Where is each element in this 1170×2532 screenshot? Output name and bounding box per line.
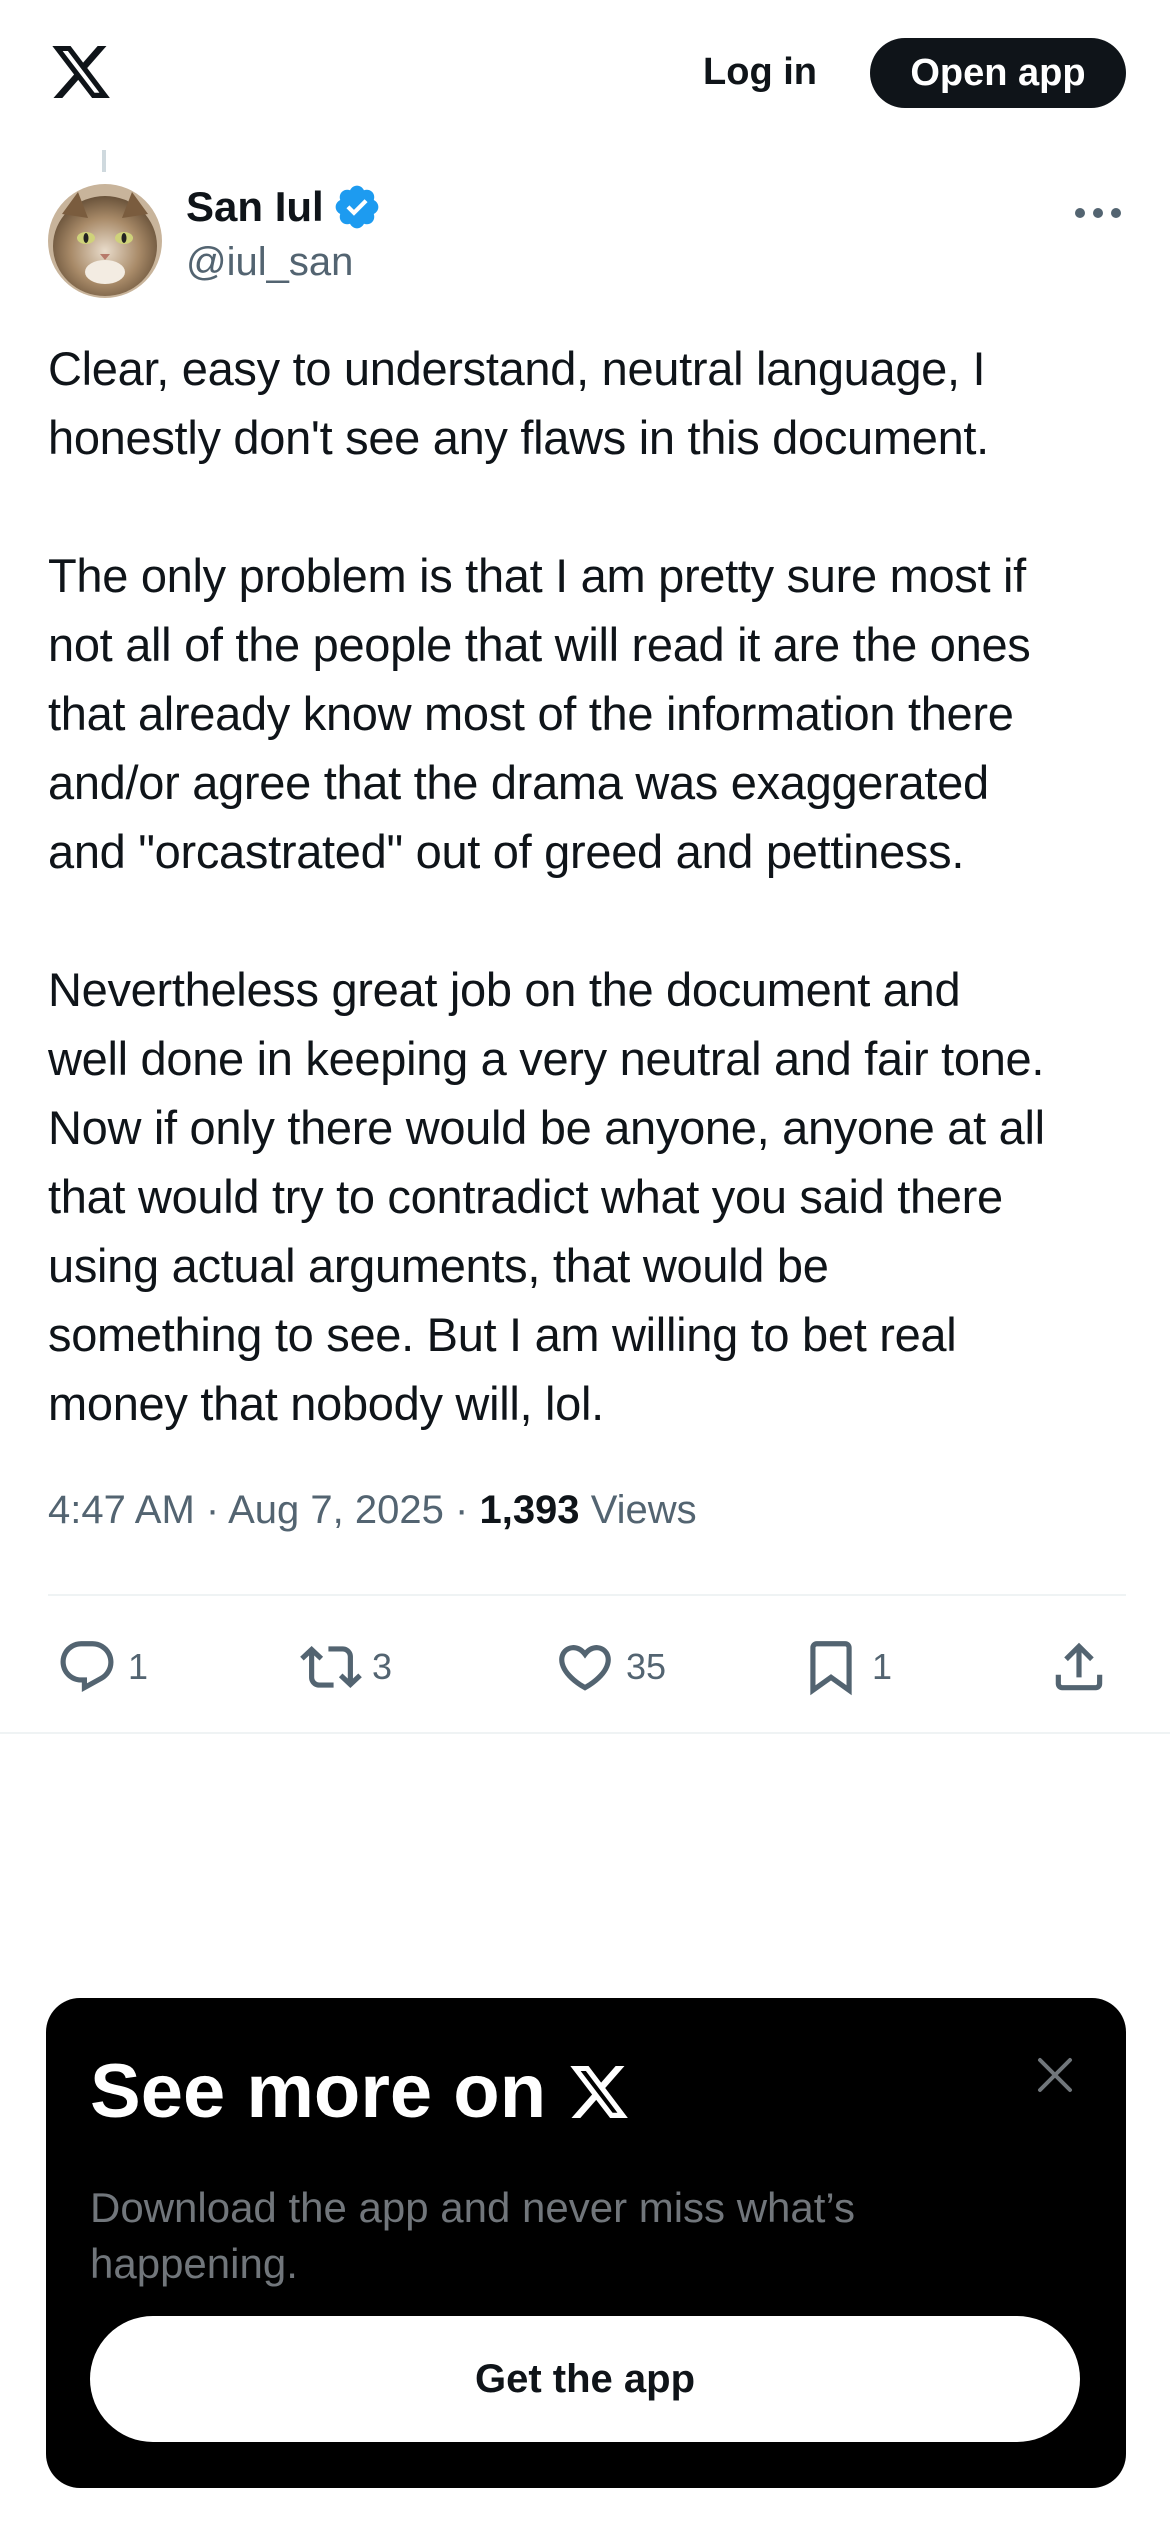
verified-badge-icon bbox=[335, 185, 379, 229]
x-logo-icon bbox=[570, 2065, 629, 2118]
tweet-date[interactable]: Aug 7, 2025 bbox=[228, 1488, 444, 1532]
promo-subtitle: Download the app and never miss what’s h… bbox=[90, 2184, 856, 2287]
retweet-button[interactable]: 3 bbox=[300, 1632, 392, 1702]
bookmark-count: 1 bbox=[872, 1646, 893, 1687]
views-count: 1,393 bbox=[479, 1488, 580, 1532]
reply-count: 1 bbox=[128, 1646, 149, 1687]
divider bbox=[48, 1594, 1126, 1596]
bookmark-icon bbox=[810, 1641, 852, 1696]
author-display-name[interactable]: San Iul bbox=[186, 183, 324, 231]
tweet-actions: 1 3 35 1 bbox=[0, 1620, 1170, 1720]
open-app-button[interactable]: Open app bbox=[870, 38, 1126, 108]
like-button[interactable]: 35 bbox=[554, 1632, 666, 1702]
app-promo-card: See more on Download the app and never m… bbox=[46, 1998, 1126, 2488]
share-icon bbox=[1055, 1642, 1103, 1691]
promo-title: See more on bbox=[90, 2048, 632, 2135]
tweet-text: Clear, easy to understand, neutral langu… bbox=[48, 342, 1045, 1430]
author-handle[interactable]: @iul_san bbox=[186, 240, 353, 285]
x-logo-icon[interactable] bbox=[48, 40, 114, 104]
promo-title-text: See more on bbox=[90, 2049, 547, 2134]
meta-separator: · bbox=[205, 1488, 220, 1532]
cat-avatar bbox=[48, 184, 162, 298]
reply-icon bbox=[60, 1641, 114, 1693]
share-button[interactable] bbox=[1048, 1632, 1110, 1702]
tweet-time[interactable]: 4:47 AM bbox=[48, 1488, 195, 1532]
meta-separator: · bbox=[455, 1488, 469, 1532]
retweet-count: 3 bbox=[372, 1646, 393, 1687]
login-link[interactable]: Log in bbox=[690, 42, 830, 102]
get-the-app-button[interactable]: Get the app bbox=[90, 2316, 1080, 2442]
heart-icon bbox=[559, 1645, 611, 1691]
top-bar: Log in Open app bbox=[0, 0, 1170, 150]
reply-button[interactable]: 1 bbox=[56, 1632, 148, 1702]
avatar[interactable] bbox=[48, 184, 162, 298]
views-label: Views bbox=[590, 1488, 697, 1532]
thread-connector bbox=[102, 150, 106, 172]
author-name[interactable]: San Iul bbox=[186, 182, 382, 232]
tweet-meta: 4:47 AM · Aug 7, 2025 · 1,393 Views bbox=[48, 1488, 697, 1533]
close-icon[interactable] bbox=[1030, 2050, 1080, 2100]
like-count: 35 bbox=[626, 1646, 667, 1687]
divider bbox=[0, 1732, 1170, 1734]
bookmark-button[interactable]: 1 bbox=[800, 1632, 892, 1702]
more-options-icon[interactable] bbox=[1070, 188, 1126, 238]
retweet-icon bbox=[300, 1646, 362, 1688]
